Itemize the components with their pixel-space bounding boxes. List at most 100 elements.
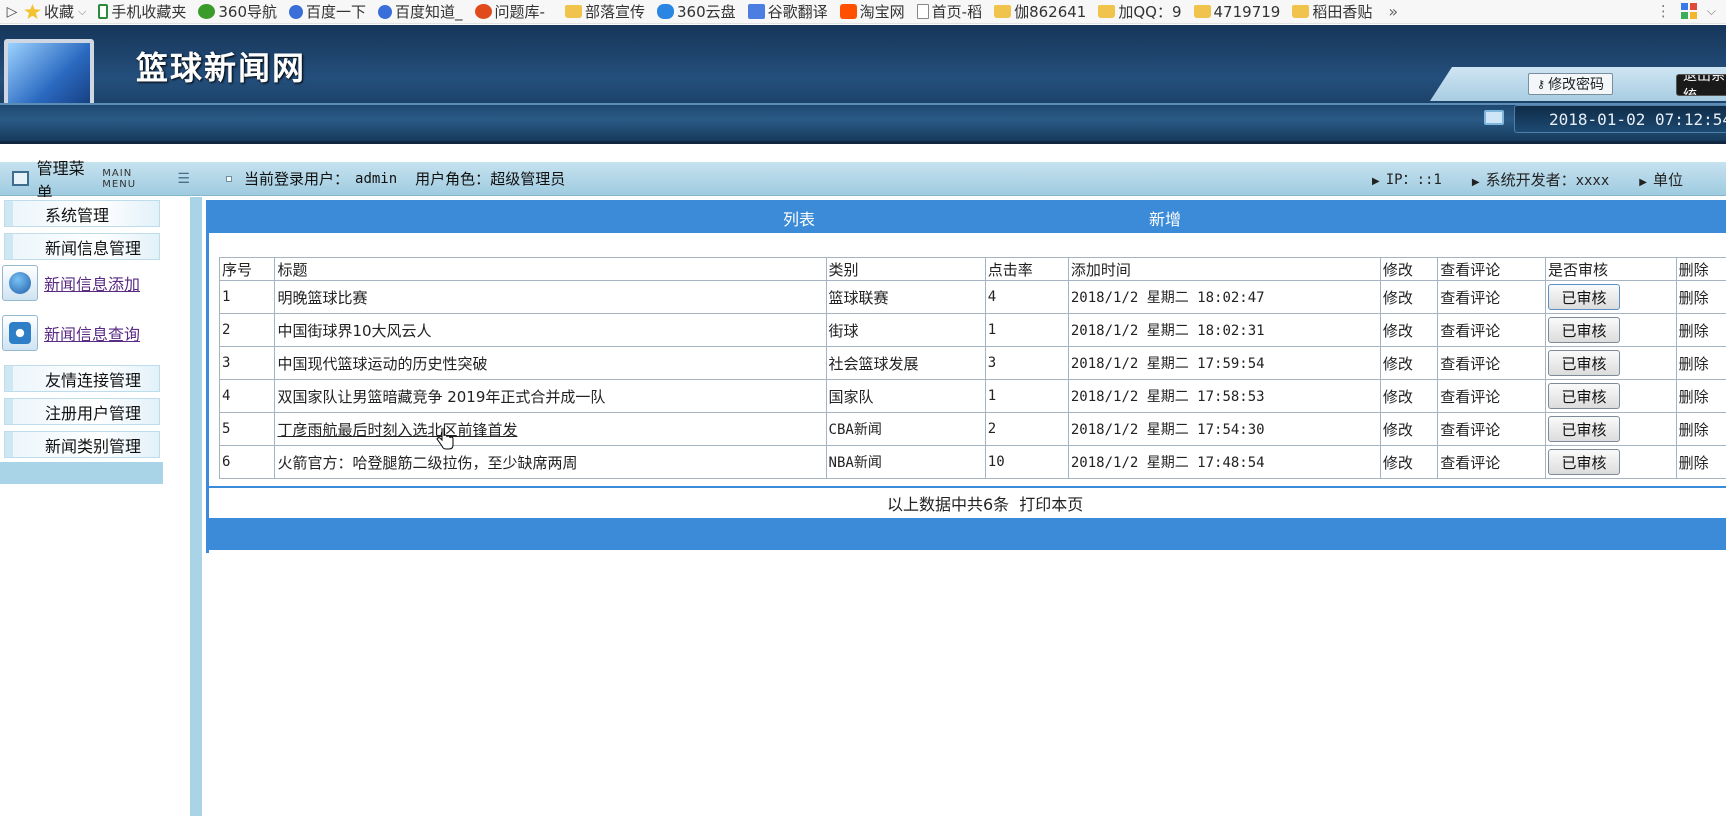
bookmark-item[interactable]: 百度一下 [289, 0, 366, 23]
bookmark-item[interactable]: 360云盘 [656, 0, 736, 23]
cell-audit: 已审核 [1545, 313, 1677, 347]
bookmark-item[interactable]: 加QQ：9 [1098, 0, 1182, 23]
table-row: 1 明晚篮球比赛 篮球联赛 4 2018/1/2 星期二 18:02:47 修改… [218, 280, 1726, 314]
bookmark-item[interactable]: 手机收藏夹 [98, 0, 186, 23]
cell-title[interactable]: 中国现代篮球运动的历史性突破 [274, 346, 827, 380]
cell-title[interactable]: 中国街球界10大风云人 [274, 313, 827, 347]
delete-link[interactable]: 删除 [1675, 346, 1726, 380]
change-password-button[interactable]: ⚷ 修改密码 [1528, 73, 1614, 95]
audit-button[interactable]: 已审核 [1548, 284, 1621, 310]
main-footer-bar [209, 518, 1726, 550]
cell-audit: 已审核 [1545, 280, 1677, 314]
main-panel: 列表 新增 序号 标题 类别 点击率 添加时间 修改 查看评论 是否审核 删除 … [206, 200, 1726, 553]
column-header: 标题 [274, 257, 827, 281]
screen-icon [1484, 110, 1504, 125]
edit-link[interactable]: 修改 [1379, 412, 1439, 446]
view-comments-link[interactable]: 查看评论 [1437, 379, 1547, 413]
page-icon [916, 4, 929, 19]
print-link[interactable]: 打印本页 [1019, 491, 1083, 515]
cell-category: CBA新闻 [825, 412, 986, 446]
sidebar-toggle-icon[interactable]: ▷ [0, 4, 24, 20]
cell-id: 1 [218, 280, 276, 314]
gear-icon [2, 315, 38, 351]
cell-clicks: 4 [984, 280, 1069, 314]
bookmark-item[interactable]: 收藏 ⌵ [24, 0, 86, 23]
bookmark-item[interactable]: 伽862641 [994, 0, 1086, 23]
panel-icon [12, 171, 29, 186]
edit-link[interactable]: 修改 [1379, 346, 1439, 380]
cell-title[interactable]: 双国家队让男篮暗藏竞争 2019年正式合并成一队 [274, 379, 827, 413]
sidebar-item-system[interactable]: 系统管理 [4, 200, 160, 227]
sidebar-item-news[interactable]: 新闻信息管理 [4, 233, 160, 260]
delete-link[interactable]: 删除 [1675, 379, 1726, 413]
cell-id: 5 [218, 412, 276, 446]
delete-link[interactable]: 删除 [1675, 445, 1726, 479]
audit-button[interactable]: 已审核 [1548, 350, 1621, 376]
news-add-icon [2, 265, 38, 301]
sidebar-splitter[interactable] [190, 197, 202, 816]
bookmark-item[interactable]: 稻田香贴 [1292, 0, 1372, 23]
chevron-down-icon[interactable]: ⌵ [1707, 4, 1716, 19]
cell-title[interactable]: 火箭官方：哈登腿筋二级拉伤，至少缺席两周 [274, 445, 827, 479]
tab-list[interactable]: 列表 [783, 206, 815, 230]
edit-link[interactable]: 修改 [1379, 379, 1439, 413]
bookmark-item[interactable]: 4719719 [1193, 0, 1280, 23]
sidebar-subitem-news-query[interactable]: 新闻信息查询 [2, 315, 140, 351]
table-summary: 以上数据中共6条 打印本页 [209, 486, 1726, 518]
delete-link[interactable]: 删除 [1675, 313, 1726, 347]
edit-link[interactable]: 修改 [1379, 445, 1439, 479]
info-strip: 管理菜单 MAIN MENU ☰ 当前登录用户： admin 用户角色： 超级管… [0, 159, 1726, 202]
paw-icon [378, 4, 393, 19]
sidebar-subitem-news-add[interactable]: 新闻信息添加 [2, 265, 140, 301]
cell-time: 2018/1/2 星期二 17:58:53 [1067, 379, 1381, 413]
delete-link[interactable]: 删除 [1675, 412, 1726, 446]
cell-time: 2018/1/2 星期二 18:02:31 [1067, 313, 1381, 347]
cell-title[interactable]: 丁彦雨航最后时刻入选北区前锋首发 [274, 412, 827, 446]
view-comments-link[interactable]: 查看评论 [1437, 313, 1547, 347]
cloud-icon [656, 4, 674, 19]
cell-title[interactable]: 明晚篮球比赛 [274, 280, 827, 314]
bookmark-item[interactable]: 部落宣传 [564, 0, 645, 23]
taobao-icon [839, 4, 857, 19]
edit-link[interactable]: 修改 [1379, 313, 1439, 347]
datetime-display: 2018-01-02 07:12:54 [1514, 105, 1726, 133]
edit-link[interactable]: 修改 [1379, 280, 1439, 314]
sidebar-item-users[interactable]: 注册用户管理 [4, 398, 160, 425]
bookmark-item[interactable]: 首页-稻 [916, 0, 982, 23]
column-header: 序号 [218, 257, 276, 281]
audit-button[interactable]: 已审核 [1548, 383, 1621, 409]
bookmark-item[interactable]: 谷歌翻译 [747, 0, 828, 23]
cell-clicks: 3 [984, 346, 1069, 380]
audit-button[interactable]: 已审核 [1548, 416, 1621, 442]
logout-button[interactable]: 退出系统 [1676, 74, 1726, 96]
ip-info: ▶ IP：::1 [1372, 172, 1442, 188]
sidebar-item-categories[interactable]: 新闻类别管理 [4, 431, 160, 458]
apps-grid-icon[interactable] [1680, 3, 1697, 19]
audit-button[interactable]: 已审核 [1548, 449, 1621, 475]
column-header: 删除 [1675, 257, 1726, 281]
column-header: 类别 [825, 257, 986, 281]
bookmark-item[interactable]: 问题库- [474, 0, 545, 23]
cell-time: 2018/1/2 星期二 17:48:54 [1067, 445, 1381, 479]
header-band [0, 103, 1726, 141]
kebab-icon[interactable]: ⋮ [1656, 2, 1671, 20]
bookmark-item[interactable]: 百度知道_ [378, 0, 463, 23]
sidebar-item-links[interactable]: 友情连接管理 [4, 365, 160, 392]
view-comments-link[interactable]: 查看评论 [1437, 280, 1547, 314]
column-header: 查看评论 [1437, 257, 1547, 281]
cell-category: 篮球联赛 [825, 280, 986, 314]
more-bookmarks-button[interactable]: » [1388, 2, 1398, 21]
cell-clicks: 1 [984, 379, 1069, 413]
view-comments-link[interactable]: 查看评论 [1437, 445, 1547, 479]
cell-id: 4 [218, 379, 276, 413]
bookmark-item[interactable]: 360导航 [198, 0, 277, 23]
cell-category: 街球 [825, 313, 986, 347]
view-comments-link[interactable]: 查看评论 [1437, 412, 1547, 446]
unit-info: ▶ 单位 [1639, 170, 1684, 189]
cell-time: 2018/1/2 星期二 17:59:54 [1067, 346, 1381, 380]
delete-link[interactable]: 删除 [1675, 280, 1726, 314]
view-comments-link[interactable]: 查看评论 [1437, 346, 1547, 380]
audit-button[interactable]: 已审核 [1548, 317, 1621, 343]
tab-add[interactable]: 新增 [1149, 206, 1181, 230]
bookmark-item[interactable]: 淘宝网 [839, 0, 905, 23]
